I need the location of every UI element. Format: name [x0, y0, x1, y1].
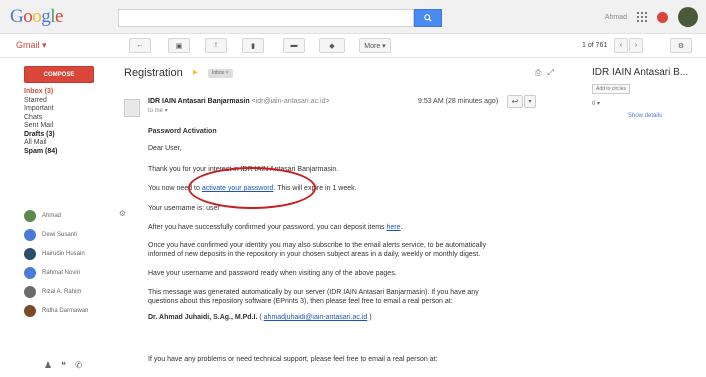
search-icon	[424, 14, 432, 22]
chat-footer-icons: ♟ ❝ ✆	[44, 360, 82, 371]
archive-icon: ▣	[175, 42, 183, 50]
email-timestamp: 9:53 AM (28 minutes ago)	[418, 98, 499, 105]
alerts-line-1: Once you have confirmed your identity yo…	[148, 242, 487, 249]
gmail-menu[interactable]: Gmail ▾	[16, 40, 47, 51]
move-to-button[interactable]: ▬	[283, 38, 305, 53]
print-and-expand-icons[interactable]: ⎙⤢	[535, 68, 560, 78]
chevron-right-icon: ›	[634, 42, 638, 49]
account-area: Ahmad	[605, 7, 698, 27]
deposit-line: After you have successfully confirmed yo…	[148, 224, 403, 231]
archive-button[interactable]: ▣	[168, 38, 190, 53]
contact-item[interactable]: Rizal A. Rahim	[24, 282, 124, 301]
label-icon: ◆	[329, 42, 335, 50]
labels-button[interactable]: ◆	[319, 38, 345, 53]
email-subject: Registration	[124, 67, 183, 79]
toolbar: Gmail ▾ ← ▣ ! ▮ ▬ ◆ More ▾ 1 of 761 ‹ › …	[0, 34, 706, 58]
contact-name: Dr. Ahmad Juhaidi, S.Ag., M.Pd.I.	[148, 314, 258, 321]
top-bar: Google Ahmad	[0, 0, 706, 34]
sidebar-item-chats[interactable]: Chats	[24, 114, 114, 123]
sender-line: IDR IAIN Antasari Banjarmasin <idr@iain-…	[148, 98, 330, 105]
contact-avatar	[24, 209, 36, 222]
contact-avatar	[24, 285, 36, 298]
compose-button[interactable]: COMPOSE	[24, 66, 94, 83]
chevron-left-icon: ‹	[619, 42, 623, 49]
reply-button[interactable]: ↩	[507, 95, 523, 108]
sender-address: <idr@iain-antasari.ac.id>	[251, 98, 330, 105]
sidebar-item-spam[interactable]: Spam (84)	[24, 148, 114, 157]
auto-line-1: This message was generated automatically…	[148, 289, 479, 296]
google-logo[interactable]: Google	[10, 6, 63, 28]
sender-name: IDR IAIN Antasari Banjarmasin	[148, 98, 250, 105]
deposit-here-link[interactable]: here	[387, 224, 401, 231]
sender-card-title: IDR IAIN Antasari B...	[592, 67, 689, 78]
important-marker-icon[interactable]: ▸	[193, 67, 198, 78]
spam-icon: !	[215, 42, 217, 49]
username-line: Your username is: user	[148, 205, 220, 212]
sidebar-item-sent[interactable]: Sent Mail	[24, 122, 114, 131]
auto-line-2: questions about this repository software…	[148, 298, 453, 305]
gear-icon: ⚙	[677, 42, 685, 50]
contact-item[interactable]: Ridha Darmawan	[24, 301, 124, 320]
contact-line: Dr. Ahmad Juhaidi, S.Ag., M.Pd.I. ( ahma…	[148, 314, 372, 321]
contact-avatar	[24, 304, 36, 317]
sidebar-item-drafts[interactable]: Drafts (3)	[24, 131, 114, 140]
contact-avatar	[24, 247, 36, 260]
contact-item[interactable]: Hairudin Husain	[24, 244, 124, 263]
chevron-down-icon: ▾	[528, 99, 532, 105]
back-arrow-icon: ←	[136, 42, 144, 49]
delete-button[interactable]: ▮	[242, 38, 264, 53]
user-name[interactable]: Ahmad	[605, 14, 627, 21]
sidebar-item-starred[interactable]: Starred	[24, 97, 114, 106]
footer-line: If you have any problems or need technic…	[148, 356, 438, 363]
sender-card-stat[interactable]: 0 ▾	[592, 100, 600, 107]
sidebar-item-inbox[interactable]: Inbox (3)	[24, 88, 114, 97]
chat-settings-icon[interactable]: ⚙	[119, 209, 126, 218]
search-button[interactable]	[414, 9, 442, 27]
inbox-label-chip[interactable]: Inbox ×	[208, 69, 233, 78]
person-icon[interactable]: ♟	[44, 360, 52, 371]
trash-icon: ▮	[251, 42, 255, 50]
newer-button[interactable]: ‹	[614, 38, 628, 53]
ready-line: Have your username and password ready wh…	[148, 270, 397, 277]
recipient-dropdown[interactable]: to me ▾	[148, 107, 168, 114]
sidebar-nav: Inbox (3) Starred Important Chats Sent M…	[24, 88, 114, 156]
pager-count: 1 of 761	[582, 42, 608, 49]
alerts-line-2: informed of new deposits in the reposito…	[148, 251, 481, 258]
contact-item[interactable]: Ahmad	[24, 206, 124, 225]
notifications-icon[interactable]	[657, 11, 668, 23]
back-button[interactable]: ←	[129, 38, 151, 53]
report-spam-button[interactable]: !	[205, 38, 227, 53]
older-button[interactable]: ›	[629, 38, 643, 53]
contact-avatar	[24, 228, 36, 241]
more-button[interactable]: More ▾	[359, 38, 391, 53]
folder-icon: ▬	[290, 42, 298, 49]
apps-grid-icon[interactable]	[637, 12, 647, 22]
show-details-link[interactable]: Show details	[628, 113, 662, 119]
sidebar-item-all-mail[interactable]: All Mail	[24, 139, 114, 148]
account-avatar[interactable]	[678, 7, 698, 27]
phone-icon[interactable]: ✆	[75, 360, 83, 371]
contact-avatar	[24, 266, 36, 279]
highlight-circle	[188, 167, 316, 209]
reply-icon: ↩	[511, 97, 519, 106]
email-greeting: Dear User,	[148, 145, 182, 152]
settings-button[interactable]: ⚙	[670, 38, 692, 53]
message-more-button[interactable]: ▾	[524, 95, 536, 108]
hangouts-icon[interactable]: ❝	[61, 360, 66, 371]
sidebar-item-important[interactable]: Important	[24, 105, 114, 114]
contact-item[interactable]: Dewi Susanti	[24, 225, 124, 244]
sender-avatar	[124, 99, 140, 117]
search-input[interactable]	[118, 9, 414, 27]
contact-email-link[interactable]: ahmadjuhaidi@iain-antasari.ac.id	[264, 314, 368, 321]
chat-contacts: Ahmad ⚙ Dewi Susanti Hairudin Husain Rah…	[24, 206, 126, 320]
email-heading: Password Activation	[148, 128, 217, 135]
contact-item[interactable]: Rahmat Noviri	[24, 263, 124, 282]
add-to-circles-button[interactable]: Add to circles	[592, 84, 630, 94]
